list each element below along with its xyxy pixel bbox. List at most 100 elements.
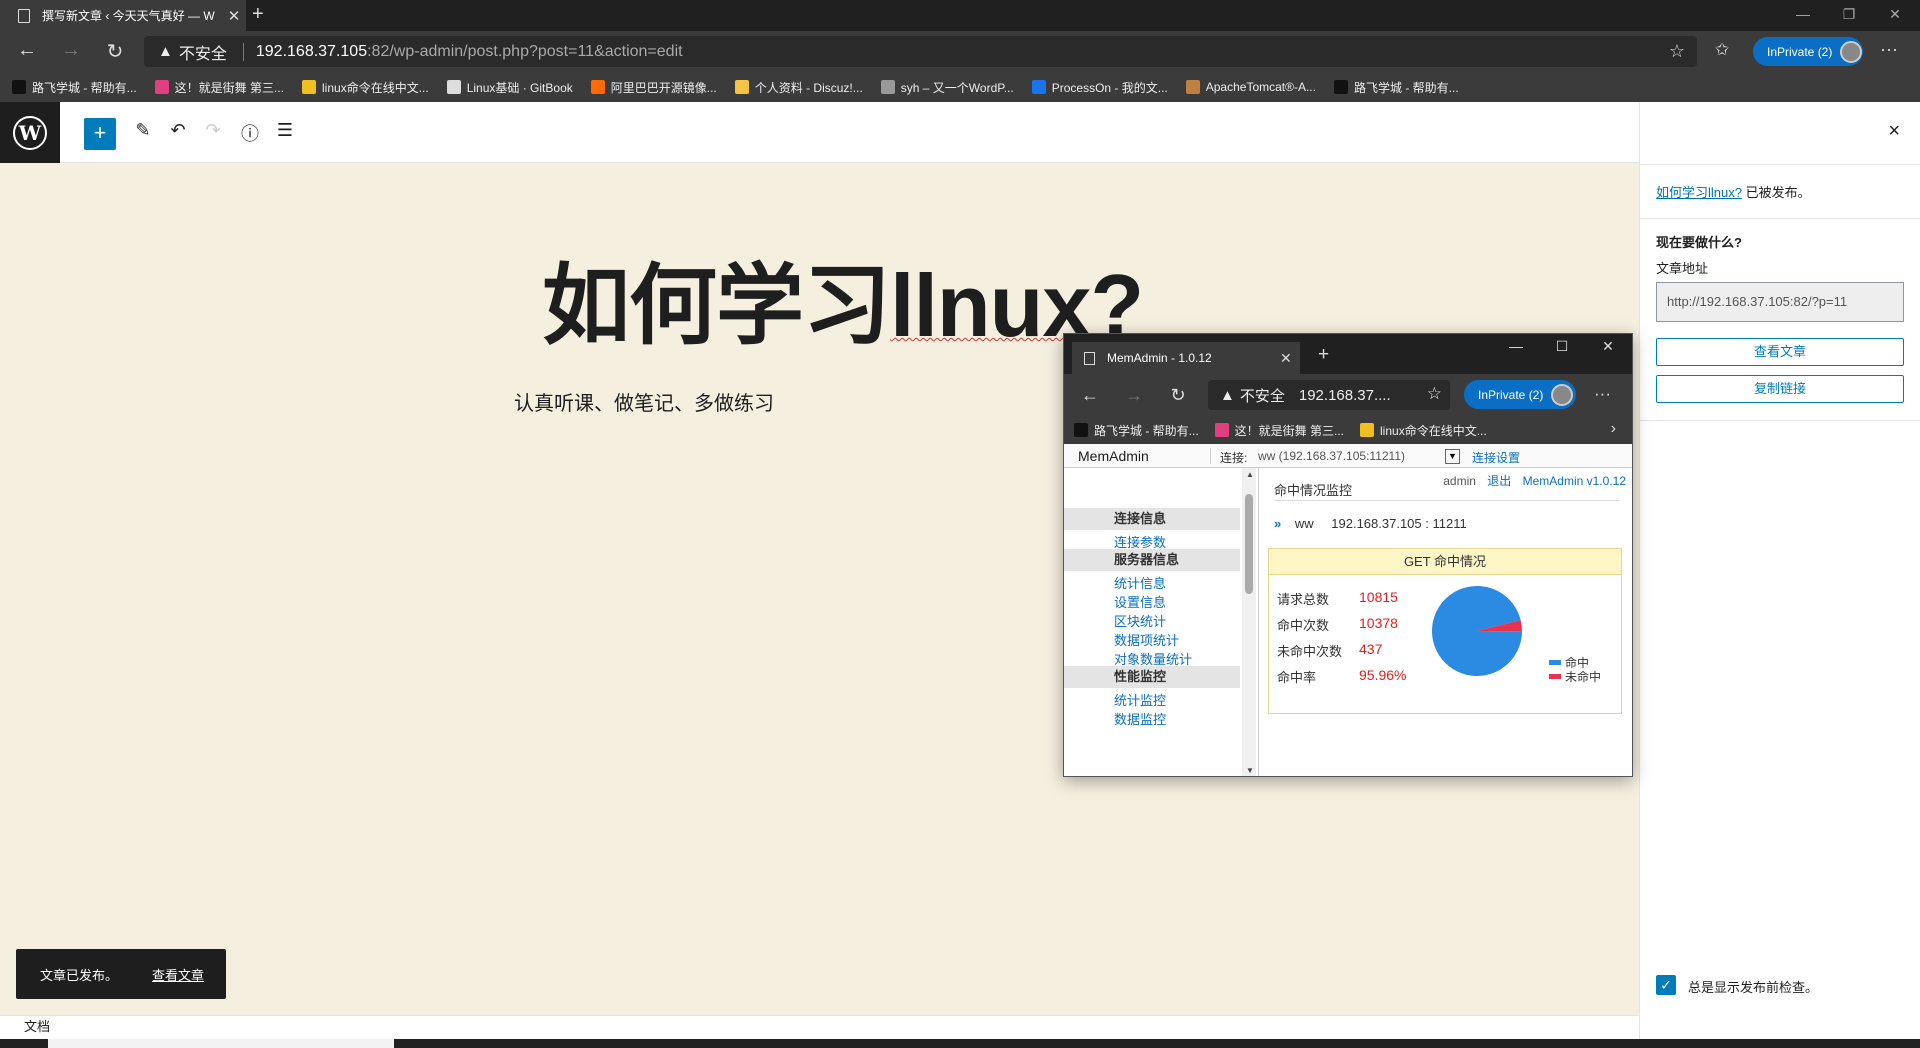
minimize-button[interactable]: — xyxy=(1780,0,1826,31)
address-toolbar: ← → ↻ ▲ 不安全 192.168.37.105 :82/wp-admin/… xyxy=(0,31,1920,72)
stat-row: 命中次数 10378 xyxy=(1277,615,1427,634)
outline-icon[interactable]: ☰ xyxy=(272,120,298,141)
published-post-link[interactable]: 如何学习llnux? xyxy=(1656,185,1742,200)
divider xyxy=(1640,420,1920,421)
bookmark-item[interactable]: 这！就是街舞 第三... xyxy=(154,79,284,96)
close-window-button[interactable]: ✕ xyxy=(1588,338,1628,355)
minimize-button[interactable]: — xyxy=(1496,338,1536,354)
bookmark-label: ProcessOn - 我的文... xyxy=(1051,80,1168,95)
close-panel-icon[interactable]: × xyxy=(1888,120,1900,143)
bookmark-favicon-icon xyxy=(1333,80,1348,94)
new-tab-button[interactable]: + xyxy=(252,3,264,26)
bookmark-item[interactable]: 路飞学城 - 帮助有... xyxy=(1333,79,1459,96)
menu-link[interactable]: 数据监控 xyxy=(1114,709,1166,728)
back-button[interactable]: ← xyxy=(1078,385,1102,406)
bookmark-item[interactable]: 路飞学城 - 帮助有... xyxy=(12,79,137,96)
popup-tab-strip: MemAdmin - 1.0.12 ✕ + — ☐ ✕ xyxy=(1064,334,1632,374)
bookmark-label: Linux基础 · GitBook xyxy=(466,80,573,95)
dropdown-arrow-icon[interactable]: ▼ xyxy=(1445,449,1460,464)
bookmark-label: linux命令在线中文... xyxy=(322,80,429,95)
inprivate-button[interactable]: InPrivate (2) xyxy=(1464,380,1576,409)
favorite-star-icon[interactable]: ☆ xyxy=(1427,384,1442,404)
refresh-button[interactable]: ↻ xyxy=(102,39,128,64)
close-tab-icon[interactable]: ✕ xyxy=(222,7,246,25)
bookmark-item[interactable]: 个人资料 - Discuz!... xyxy=(734,79,863,96)
bookmark-item[interactable]: 路飞学城 - 帮助有... xyxy=(1074,422,1199,439)
menu-section-header: 服务器信息 xyxy=(1064,549,1240,571)
copy-link-button[interactable]: 复制链接 xyxy=(1656,375,1904,403)
menu-link[interactable]: 统计监控 xyxy=(1114,690,1166,709)
info-icon[interactable]: ⓘ xyxy=(237,120,263,146)
bookmark-label: 个人资料 - Discuz!... xyxy=(754,80,863,95)
forward-button[interactable]: → xyxy=(58,39,84,62)
stat-row: 未命中次数 437 xyxy=(1277,641,1427,660)
bookmark-item[interactable]: ProcessOn - 我的文... xyxy=(1031,79,1168,96)
bookmark-item[interactable]: 阿里巴巴开源镜像... xyxy=(590,79,717,96)
bookmark-item[interactable]: Linux基础 · GitBook xyxy=(446,79,573,96)
bookmark-item[interactable]: 这！就是街舞 第三... xyxy=(1214,422,1345,439)
memadmin-window: MemAdmin - 1.0.12 ✕ + — ☐ ✕ ← → ↻ ▲ 不安全 … xyxy=(1063,333,1633,777)
scroll-up-icon[interactable]: ▲ xyxy=(1246,470,1254,479)
scrollbar-thumb[interactable] xyxy=(1245,494,1253,594)
bookmark-favicon-icon xyxy=(880,80,895,94)
divider xyxy=(1640,218,1920,219)
connection-settings-link[interactable]: 连接设置 xyxy=(1472,449,1520,466)
bookmark-item[interactable]: linux命令在线中文... xyxy=(1360,422,1487,439)
snackbar-notice: 文章已发布。 查看文章 xyxy=(16,949,226,999)
stat-label: 未命中次数 xyxy=(1277,644,1343,659)
bookmark-label: 这！就是街舞 第三... xyxy=(1234,423,1345,438)
page-icon xyxy=(18,8,30,23)
taskbar-segment xyxy=(48,1039,394,1048)
forward-button[interactable]: → xyxy=(1122,385,1146,406)
user-bar: admin 退出 MemAdmin v1.0.12 xyxy=(1443,472,1626,489)
prepublish-checkbox-label: 总是显示发布前检查。 xyxy=(1688,980,1819,995)
browser-tab[interactable]: 撰写新文章 ‹ 今天天气真好 — W ✕ xyxy=(0,0,246,31)
menu-link[interactable]: 数据项统计 xyxy=(1114,630,1179,649)
edit-pencil-icon[interactable]: ✎ xyxy=(130,120,156,141)
bookmark-label: syh – 又一个WordP... xyxy=(900,80,1014,95)
bookmark-item[interactable]: ApacheTomcat®-A... xyxy=(1185,80,1316,94)
more-menu-icon[interactable]: ··· xyxy=(1880,39,1898,60)
maximize-button[interactable]: ☐ xyxy=(1542,338,1582,355)
popup-tab[interactable]: MemAdmin - 1.0.12 ✕ xyxy=(1072,342,1300,374)
undo-icon[interactable]: ↶ xyxy=(165,120,191,141)
menu-link[interactable]: 统计信息 xyxy=(1114,573,1166,592)
snackbar-view-post-link[interactable]: 查看文章 xyxy=(152,965,204,984)
chevron-right-icon[interactable]: › xyxy=(1611,420,1616,438)
post-title[interactable]: 如何学习llnux? xyxy=(542,235,1144,362)
scroll-down-icon[interactable]: ▼ xyxy=(1246,766,1254,775)
address-bar[interactable]: ▲ 不安全 192.168.37.105 :82/wp-admin/post.p… xyxy=(144,36,1697,67)
prepublish-checkbox[interactable]: ✓ xyxy=(1656,975,1676,995)
favorites-icon[interactable]: ✩ xyxy=(1715,40,1729,60)
taskbar xyxy=(0,1039,1920,1048)
paragraph-block[interactable]: 认真听课、做笔记、多做练习 xyxy=(514,387,774,416)
popup-address-bar[interactable]: ▲ 不安全 192.168.37.... ☆ xyxy=(1208,380,1450,410)
menu-link[interactable]: 设置信息 xyxy=(1114,592,1166,611)
add-block-button[interactable]: + xyxy=(84,118,116,150)
back-button[interactable]: ← xyxy=(14,39,40,62)
bookmark-item[interactable]: linux命令在线中文... xyxy=(302,79,429,96)
breadcrumb[interactable]: 文档 xyxy=(24,1019,50,1034)
bookmark-label: 路飞学城 - 帮助有... xyxy=(1094,423,1199,438)
favorite-star-icon[interactable]: ☆ xyxy=(1669,41,1685,62)
more-menu-icon[interactable]: ··· xyxy=(1594,384,1611,404)
restore-button[interactable]: ❐ xyxy=(1826,0,1872,31)
divider xyxy=(1274,500,1620,501)
refresh-button[interactable]: ↻ xyxy=(1166,385,1190,406)
connection-select[interactable]: ww (192.168.37.105:11211) xyxy=(1258,449,1405,463)
close-window-button[interactable]: ✕ xyxy=(1872,0,1918,31)
close-tab-icon[interactable]: ✕ xyxy=(1280,350,1300,367)
bookmark-favicon-icon xyxy=(302,80,317,94)
view-post-button[interactable]: 查看文章 xyxy=(1656,338,1904,366)
version-link[interactable]: MemAdmin v1.0.12 xyxy=(1523,474,1626,488)
legend-swatch xyxy=(1549,659,1561,665)
logout-link[interactable]: 退出 xyxy=(1487,474,1511,488)
new-tab-button[interactable]: + xyxy=(1318,344,1329,366)
wordpress-logo[interactable]: W xyxy=(0,102,60,163)
post-address-field[interactable]: http://192.168.37.105:82/?p=11 xyxy=(1656,282,1904,322)
bookmark-label: ApacheTomcat®-A... xyxy=(1205,80,1316,94)
bookmark-item[interactable]: syh – 又一个WordP... xyxy=(880,79,1014,96)
menu-link[interactable]: 区块统计 xyxy=(1114,611,1166,630)
redo-icon[interactable]: ↷ xyxy=(200,120,226,141)
inprivate-button[interactable]: InPrivate (2) xyxy=(1753,37,1863,66)
